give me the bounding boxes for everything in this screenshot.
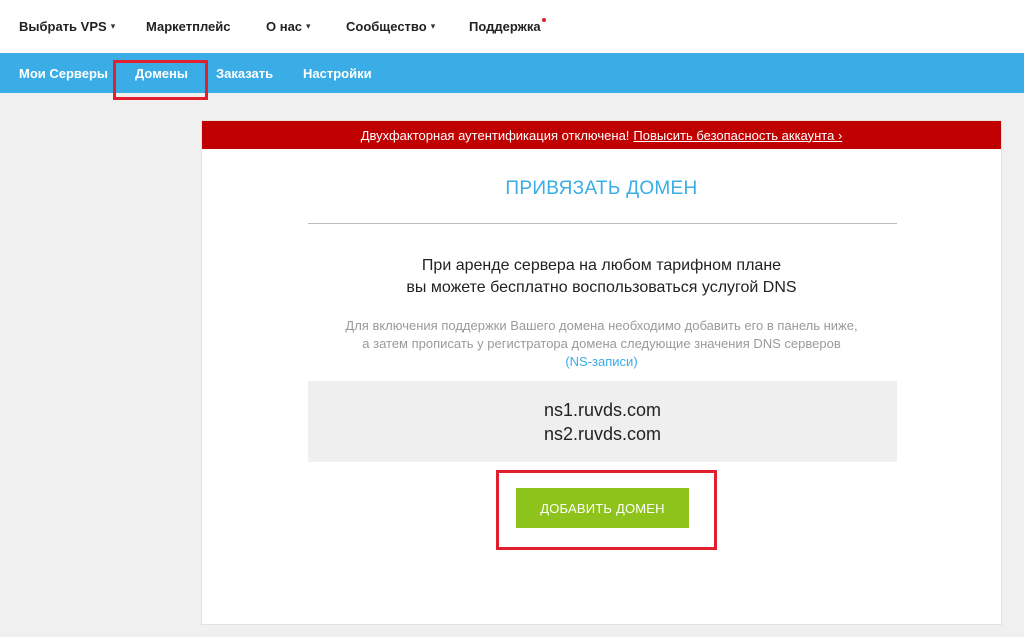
topnav-support[interactable]: Поддержка — [469, 0, 546, 53]
chevron-down-icon: ▾ — [306, 21, 311, 31]
topnav-about[interactable]: О нас ▾ — [266, 0, 311, 53]
tab-settings[interactable]: Настройки — [303, 53, 372, 93]
topnav-community[interactable]: Сообщество ▾ — [346, 0, 435, 53]
topnav-choose-vps-label: Выбрать VPS — [19, 19, 107, 34]
chevron-down-icon: ▾ — [110, 21, 116, 31]
dns-instructions-line-2: а затем прописать у регистратора домена … — [362, 336, 841, 351]
nameservers-box: ns1.ruvds.com ns2.ruvds.com — [308, 381, 897, 462]
tab-settings-label: Настройки — [303, 65, 372, 81]
tab-order[interactable]: Заказать — [216, 53, 273, 93]
security-alert-banner: Двухфакторная аутентификация отключена! … — [202, 121, 1001, 149]
topnav-support-label: Поддержка — [469, 19, 541, 34]
tab-my-servers-label: Мои Серверы — [19, 65, 109, 81]
domain-card: Двухфакторная аутентификация отключена! … — [201, 120, 1002, 625]
account-navigation: Мои Серверы Домены Заказать Настройки — [0, 53, 1024, 93]
topnav-marketplace[interactable]: Маркетплейс — [146, 0, 230, 53]
chevron-down-icon: ▾ — [430, 21, 436, 31]
topnav-about-label: О нас — [266, 19, 303, 34]
dns-offer-line-1: При аренде сервера на любом тарифном пла… — [421, 257, 782, 274]
dns-instructions: Для включения поддержки Вашего домена не… — [202, 317, 1001, 371]
topnav-marketplace-label: Маркетплейс — [146, 19, 231, 34]
title-divider — [308, 223, 897, 224]
ns-records-link[interactable]: (NS-записи) — [565, 354, 637, 369]
dns-instructions-line-1: Для включения поддержки Вашего домена не… — [345, 318, 858, 333]
improve-security-link[interactable]: Повысить безопасность аккаунта › — [633, 128, 842, 143]
add-domain-button[interactable]: ДОБАВИТЬ ДОМЕН — [516, 488, 689, 528]
tab-domains-label: Домены — [135, 65, 188, 81]
nameserver-2: ns2.ruvds.com — [543, 424, 662, 444]
page-title: ПРИВЯЗАТЬ ДОМЕН — [505, 178, 698, 199]
dns-offer-line-2: вы можете бесплатно воспользоваться услу… — [406, 279, 797, 296]
tab-my-servers[interactable]: Мои Серверы — [19, 53, 108, 93]
tab-domains[interactable]: Домены — [135, 53, 188, 93]
top-navigation: Выбрать VPS ▾ Маркетплейс О нас ▾ Сообще… — [0, 0, 1024, 53]
alert-text: Двухфакторная аутентификация отключена! — [360, 127, 630, 143]
notification-dot-icon — [541, 17, 546, 22]
topnav-choose-vps[interactable]: Выбрать VPS ▾ — [19, 0, 115, 53]
tab-order-label: Заказать — [216, 65, 274, 81]
nameserver-1: ns1.ruvds.com — [543, 400, 662, 420]
dns-offer-text: При аренде сервера на любом тарифном пла… — [202, 255, 1001, 299]
topnav-community-label: Сообщество — [346, 19, 427, 34]
